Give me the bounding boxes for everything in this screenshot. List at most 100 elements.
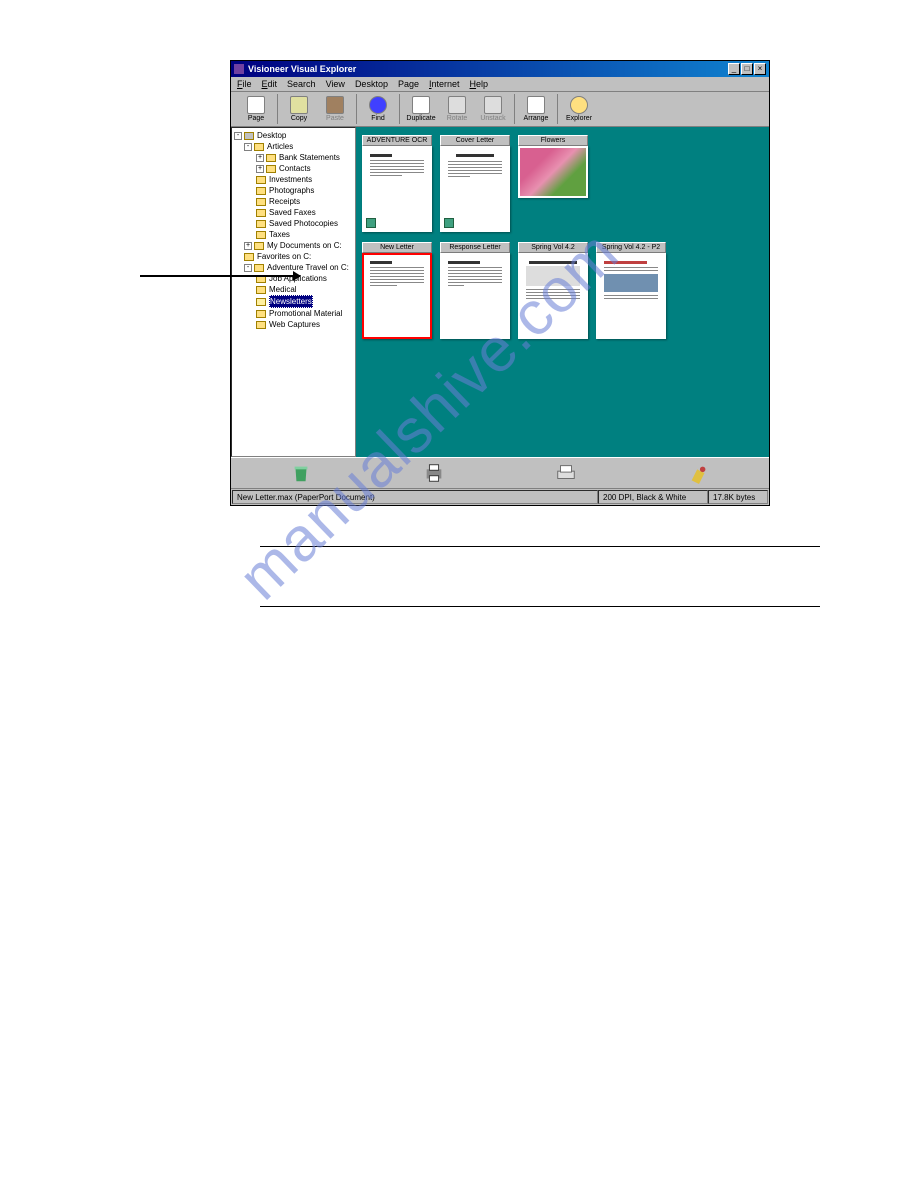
folder-icon	[256, 220, 266, 228]
tree-savedfaxes[interactable]: Saved Faxes	[269, 207, 316, 218]
status-file: New Letter.max (PaperPort Document)	[232, 490, 598, 504]
menu-page[interactable]: Page	[398, 79, 419, 89]
toolbar-rotate-button[interactable]: Rotate	[440, 94, 474, 124]
menu-edit[interactable]: Edit	[262, 79, 278, 89]
printer-icon[interactable]	[423, 462, 445, 484]
tree-photographs[interactable]: Photographs	[269, 185, 314, 196]
toolbar-page-button[interactable]: Page	[239, 94, 273, 124]
toolbar-copy-button[interactable]: Copy	[282, 94, 316, 124]
paint-icon[interactable]	[688, 462, 710, 484]
menu-internet[interactable]: Internet	[429, 79, 460, 89]
file-type-icon	[366, 218, 376, 228]
horizontal-rules	[260, 546, 820, 666]
thumbnail-adventure-ocr[interactable]: ADVENTURE OCR	[362, 135, 432, 232]
thumbnail-cover-letter[interactable]: Cover Letter	[440, 135, 510, 232]
titlebar[interactable]: Visioneer Visual Explorer _ □ ×	[231, 61, 769, 77]
app-icon	[234, 64, 244, 74]
folder-icon	[256, 231, 266, 239]
folder-icon	[266, 154, 276, 162]
tree-taxes[interactable]: Taxes	[269, 229, 290, 240]
thumbnail-label: ADVENTURE OCR	[362, 135, 432, 146]
document-thumbnail-icon	[596, 253, 666, 339]
document-thumbnail-icon	[362, 146, 432, 232]
rotate-icon	[448, 96, 466, 114]
status-size: 17.8K bytes	[708, 490, 768, 504]
tree-webcaptures[interactable]: Web Captures	[269, 319, 320, 330]
folder-icon	[256, 209, 266, 217]
tree-receipts[interactable]: Receipts	[269, 196, 300, 207]
folder-icon	[256, 298, 266, 306]
folder-icon	[256, 286, 266, 294]
expander-icon[interactable]: -	[234, 132, 242, 140]
application-window: Visioneer Visual Explorer _ □ × File Edi…	[230, 60, 770, 506]
folder-icon	[244, 132, 254, 140]
menu-search[interactable]: Search	[287, 79, 316, 89]
toolbar: Page Copy Paste Find	[231, 92, 769, 127]
toolbar-arrange-button[interactable]: Arrange	[519, 94, 553, 124]
thumbnail-area[interactable]: ADVENTURE OCR Cover Letter	[356, 127, 769, 457]
minimize-button[interactable]: _	[728, 63, 740, 75]
thumbnail-label: New Letter	[362, 242, 432, 253]
tree-adventure[interactable]: Adventure Travel on C:	[267, 262, 349, 273]
toolbar-paste-button[interactable]: Paste	[318, 94, 352, 124]
thumbnail-spring-vol42[interactable]: Spring Vol 4.2	[518, 242, 588, 339]
page-icon	[247, 96, 265, 114]
thumbnail-spring-vol42-p2[interactable]: Spring Vol 4.2 - P2	[596, 242, 666, 339]
maximize-button[interactable]: □	[741, 63, 753, 75]
expander-icon[interactable]: +	[244, 242, 252, 250]
document-thumbnail-icon	[440, 146, 510, 232]
folder-icon	[256, 176, 266, 184]
folder-icon	[254, 143, 264, 151]
toolbar-explorer-button[interactable]: Explorer	[562, 94, 596, 124]
scanner-icon[interactable]	[555, 462, 577, 484]
tree-bank[interactable]: Bank Statements	[279, 152, 340, 163]
status-dpi: 200 DPI, Black & White	[598, 490, 708, 504]
folder-tree[interactable]: -Desktop -Articles +Bank Statements +Con…	[231, 127, 356, 457]
document-thumbnail-icon	[362, 253, 432, 339]
tree-mydocs[interactable]: My Documents on C:	[267, 240, 342, 251]
document-thumbnail-icon	[518, 253, 588, 339]
window-title: Visioneer Visual Explorer	[248, 64, 728, 74]
tree-promo[interactable]: Promotional Material	[269, 308, 342, 319]
menu-help[interactable]: Help	[470, 79, 489, 89]
folder-icon	[256, 198, 266, 206]
menu-file[interactable]: File	[237, 79, 252, 89]
folder-icon	[244, 253, 254, 261]
paste-icon	[326, 96, 344, 114]
trash-icon[interactable]	[290, 462, 312, 484]
tree-newsletters-selected[interactable]: Newsletters	[269, 295, 313, 308]
duplicate-icon	[412, 96, 430, 114]
expander-icon[interactable]: +	[256, 154, 264, 162]
content-area: -Desktop -Articles +Bank Statements +Con…	[231, 127, 769, 457]
folder-icon	[256, 310, 266, 318]
tree-investments[interactable]: Investments	[269, 174, 312, 185]
toolbar-find-button[interactable]: Find	[361, 94, 395, 124]
menu-desktop[interactable]: Desktop	[355, 79, 388, 89]
expander-icon[interactable]: -	[244, 143, 252, 151]
close-button[interactable]: ×	[754, 63, 766, 75]
menu-view[interactable]: View	[326, 79, 345, 89]
thumbnail-flowers[interactable]: Flowers	[518, 135, 588, 232]
arrange-icon	[527, 96, 545, 114]
tree-favorites[interactable]: Favorites on C:	[257, 251, 311, 262]
folder-icon	[254, 264, 264, 272]
copy-icon	[290, 96, 308, 114]
document-thumbnail-icon	[440, 253, 510, 339]
tree-savedphoto[interactable]: Saved Photocopies	[269, 218, 338, 229]
tree-contacts[interactable]: Contacts	[279, 163, 311, 174]
callout-arrow	[140, 275, 300, 277]
folder-icon	[256, 321, 266, 329]
folder-icon	[256, 187, 266, 195]
thumbnail-new-letter-selected[interactable]: New Letter	[362, 242, 432, 339]
toolbar-duplicate-button[interactable]: Duplicate	[404, 94, 438, 124]
tree-articles[interactable]: Articles	[267, 141, 293, 152]
expander-icon[interactable]: +	[256, 165, 264, 173]
tree-medical[interactable]: Medical	[269, 284, 297, 295]
toolbar-unstack-button[interactable]: Unstack	[476, 94, 510, 124]
expander-icon[interactable]: -	[244, 264, 252, 272]
folder-icon	[254, 242, 264, 250]
thumbnail-label: Flowers	[518, 135, 588, 146]
tree-desktop[interactable]: Desktop	[257, 130, 286, 141]
statusbar: New Letter.max (PaperPort Document) 200 …	[231, 488, 769, 505]
thumbnail-response-letter[interactable]: Response Letter	[440, 242, 510, 339]
